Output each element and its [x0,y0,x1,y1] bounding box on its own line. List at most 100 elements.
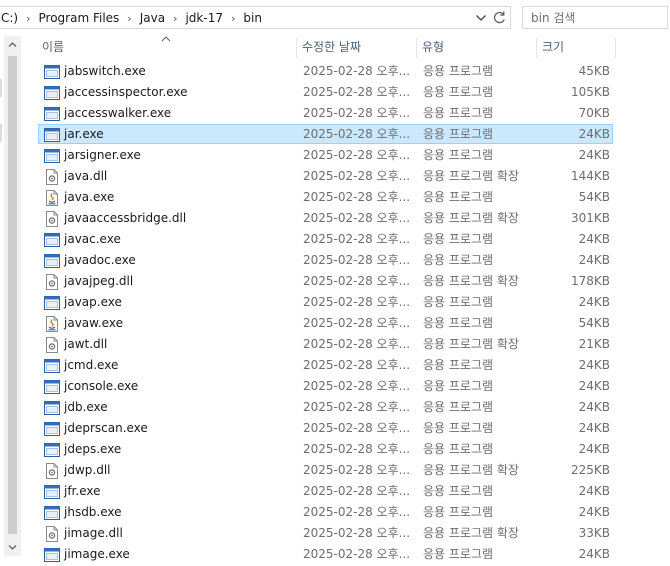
file-name: jdeprscan.exe [64,421,148,435]
file-row[interactable]: jdeprscan.exe 2025-02-28 오후... 응용 프로그램 24KB [38,418,613,438]
breadcrumb-separator-icon[interactable]: › [121,12,137,25]
file-type: 응용 프로그램 [423,421,494,435]
file-date: 2025-02-28 오후... [303,484,411,498]
file-row[interactable]: jhsdb.exe 2025-02-28 오후... 응용 프로그램 24KB [38,502,613,522]
file-name: jimage.exe [64,547,130,561]
address-history-dropdown[interactable] [473,9,489,26]
file-row[interactable]: jawt.dll 2025-02-28 오후... 응용 프로그램 확장 21KB [38,334,613,354]
file-size: 24KB [578,295,610,309]
scroll-up-button[interactable] [4,36,21,53]
breadcrumb-item[interactable]: bin [241,11,264,25]
breadcrumb-separator-icon[interactable]: › [20,12,36,25]
file-row[interactable]: java.dll 2025-02-28 오후... 응용 프로그램 확장 144KB [38,166,613,186]
column-divider[interactable] [416,38,417,58]
file-row[interactable]: jconsole.exe 2025-02-28 오후... 응용 프로그램 24KB [38,376,613,396]
file-size: 301KB [570,211,610,225]
file-size: 24KB [578,148,610,162]
file-row[interactable]: jcmd.exe 2025-02-28 오후... 응용 프로그램 24KB [38,355,613,375]
file-size: 24KB [578,547,610,561]
search-input[interactable] [531,8,661,27]
file-date: 2025-02-28 오후... [303,232,411,246]
file-row[interactable]: jdb.exe 2025-02-28 오후... 응용 프로그램 24KB [38,397,613,417]
file-size: 21KB [578,337,610,351]
file-size: 24KB [578,421,610,435]
file-row[interactable]: javaw.exe 2025-02-28 오후... 응용 프로그램 54KB [38,313,613,333]
exe-icon [44,442,60,458]
file-size: 105KB [570,85,610,99]
file-name: jdb.exe [64,400,108,414]
file-row[interactable]: jaccesswalker.exe 2025-02-28 오후... 응용 프로그램… [38,103,613,123]
dll-icon [44,274,60,290]
file-type: 응용 프로그램 확장 [423,211,519,225]
file-type: 응용 프로그램 확장 [423,463,519,477]
file-name: jcmd.exe [64,358,119,372]
file-row[interactable]: javaaccessbridge.dll 2025-02-28 오후... 응용 프… [38,208,613,228]
file-row[interactable]: jar.exe 2025-02-28 오후... 응용 프로그램 24KB [38,124,613,144]
file-date: 2025-02-28 오후... [303,127,411,141]
file-date: 2025-02-28 오후... [303,211,411,225]
file-date: 2025-02-28 오후... [303,85,411,99]
column-divider[interactable] [296,38,297,58]
file-row[interactable]: javac.exe 2025-02-28 오후... 응용 프로그램 24KB [38,229,613,249]
column-divider[interactable] [536,38,537,58]
file-type: 응용 프로그램 [423,316,494,330]
column-header-date[interactable]: 수정한 날짜 [298,36,416,60]
file-name: jdwp.dll [64,463,111,477]
java-icon [44,316,60,332]
search-box[interactable] [522,6,668,29]
breadcrumb-separator-icon[interactable]: › [167,12,183,25]
file-size: 24KB [578,484,610,498]
exe-icon [44,106,60,122]
vertical-scrollbar[interactable] [4,36,21,556]
file-row[interactable]: jfr.exe 2025-02-28 오후... 응용 프로그램 24KB [38,481,613,501]
file-date: 2025-02-28 오후... [303,190,411,204]
edge-marker [0,124,2,142]
address-bar[interactable]: C:) › Program Files › Java › jdk-17 › bin [0,6,511,29]
chevron-down-icon [8,545,17,550]
scrollbar-thumb[interactable] [8,56,17,534]
file-type: 응용 프로그램 [423,358,494,372]
exe-icon [44,358,60,374]
file-size: 33KB [578,526,610,540]
file-size: 24KB [578,253,610,267]
file-row[interactable]: jabswitch.exe 2025-02-28 오후... 응용 프로그램 45KB [38,61,613,81]
column-header-type[interactable]: 유형 [418,36,536,60]
column-divider[interactable] [615,38,616,58]
scroll-down-button[interactable] [4,539,21,556]
file-row[interactable]: jaccessinspector.exe 2025-02-28 오후... 응용 프… [38,82,613,102]
file-size: 225KB [570,463,610,477]
file-row[interactable]: jimage.exe 2025-02-28 오후... 응용 프로그램 24KB [38,544,613,564]
refresh-button[interactable] [491,9,508,26]
file-name: jabswitch.exe [64,64,146,78]
column-header-label: 유형 [422,40,445,54]
file-size: 54KB [578,190,610,204]
file-row[interactable]: javajpeg.dll 2025-02-28 오후... 응용 프로그램 확장 17… [38,271,613,291]
file-type: 응용 프로그램 [423,85,494,99]
column-header-label: 이름 [42,40,65,54]
file-row[interactable]: javadoc.exe 2025-02-28 오후... 응용 프로그램 24KB [38,250,613,270]
breadcrumb-item[interactable]: Program Files [37,11,122,25]
file-date: 2025-02-28 오후... [303,169,411,183]
column-header-name[interactable]: 이름 [38,36,296,60]
file-row[interactable]: jdeps.exe 2025-02-28 오후... 응용 프로그램 24KB [38,439,613,459]
file-row[interactable]: jimage.dll 2025-02-28 오후... 응용 프로그램 확장 33KB [38,523,613,543]
file-type: 응용 프로그램 [423,505,494,519]
address-bar-row: C:) › Program Files › Java › jdk-17 › bin [0,0,670,36]
file-type: 응용 프로그램 [423,232,494,246]
file-type: 응용 프로그램 확장 [423,274,519,288]
file-row[interactable]: jarsigner.exe 2025-02-28 오후... 응용 프로그램 24KB [38,145,613,165]
file-type: 응용 프로그램 [423,442,494,456]
breadcrumb-item[interactable]: jdk-17 [183,11,225,25]
file-date: 2025-02-28 오후... [303,421,411,435]
file-row[interactable]: java.exe 2025-02-28 오후... 응용 프로그램 54KB [38,187,613,207]
exe-icon [44,148,60,164]
file-row[interactable]: javap.exe 2025-02-28 오후... 응용 프로그램 24KB [38,292,613,312]
breadcrumb-item[interactable]: Java [138,11,167,25]
breadcrumb-item[interactable]: C:) [0,11,20,25]
column-header-size[interactable]: 크기 [538,36,614,60]
file-size: 144KB [570,169,610,183]
breadcrumb-separator-icon[interactable]: › [225,12,241,25]
file-size: 24KB [578,400,610,414]
file-size: 24KB [578,505,610,519]
file-row[interactable]: jdwp.dll 2025-02-28 오후... 응용 프로그램 확장 225KB [38,460,613,480]
